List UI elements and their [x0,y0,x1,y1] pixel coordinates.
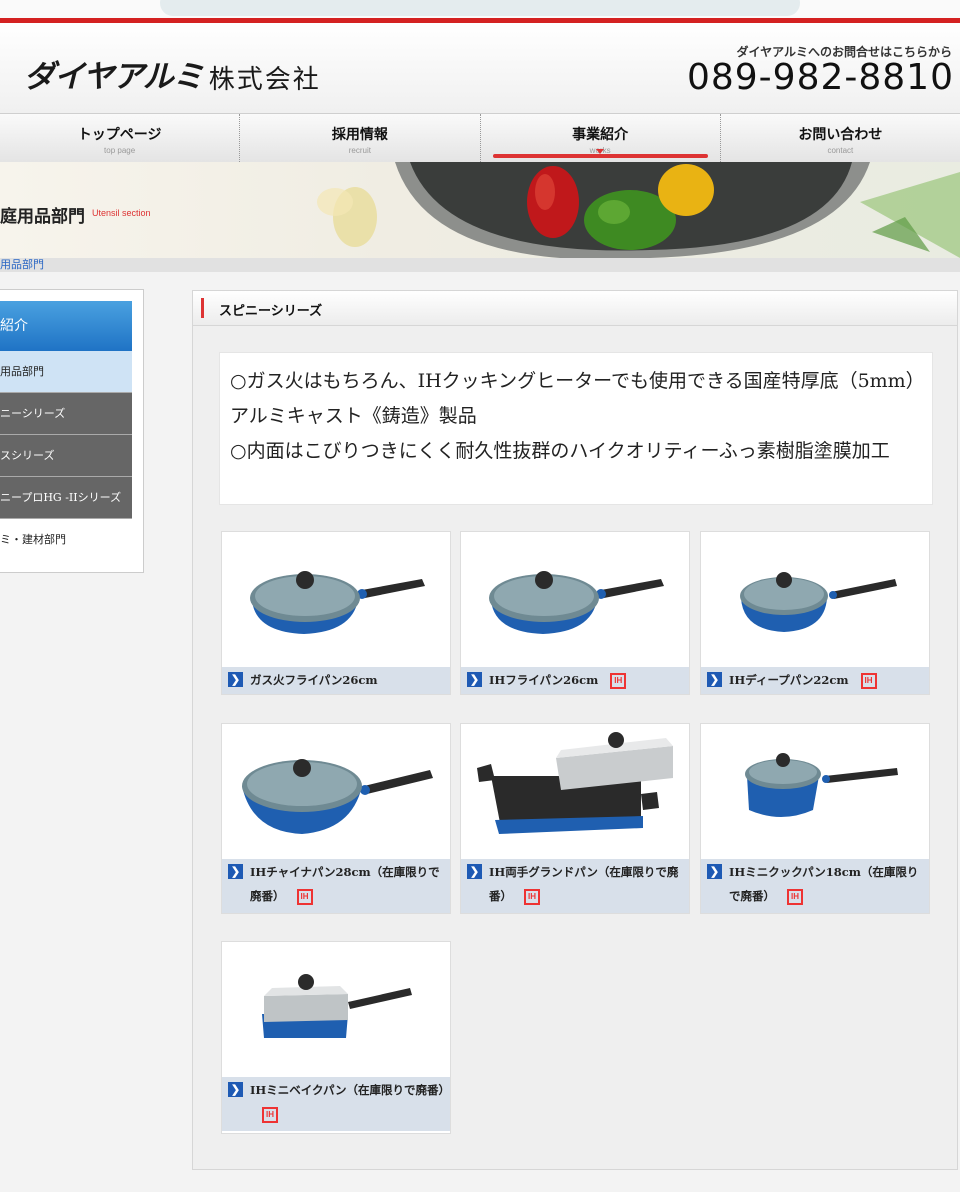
section-title: スピニーシリーズ [219,303,323,318]
nav-sublabel: top page [104,146,136,155]
nav-label: 採用情報 [331,126,388,142]
ih-badge-icon: IH [262,1107,278,1123]
logo-company-text: 株式会社 [208,65,321,95]
sidebar-item-utensil[interactable]: 用品部門 [0,351,132,393]
company-logo[interactable]: ダイヤアルミ 株式会社 [24,51,321,96]
content-header: スピニーシリーズ [193,291,957,326]
nav-label: 事業紹介 [572,126,629,142]
sidebar-item-spinny[interactable]: ニーシリーズ [0,393,132,435]
ih-badge-icon: IH [610,673,627,689]
site-header: ダイヤアルミ 株式会社 ダイヤアルミへのお問合せはこちらから 089-982-8… [0,23,960,113]
product-card[interactable]: ❯ IHチャイナパン28cm（在庫限りで廃番） IH [221,723,451,914]
nav-item-contact[interactable]: お問い合わせ contact [721,114,960,162]
chevron-right-icon: ❯ [707,672,722,687]
active-indicator [492,154,708,158]
address-bar-strip [0,0,960,20]
chevron-right-icon: ❯ [707,864,722,879]
frying-pan-image [250,571,425,634]
nav-sublabel: recruit [348,146,371,155]
product-name: IHミニベイクパン（在庫限りで廃番） [250,1083,451,1097]
global-nav: トップページ top page 採用情報 recruit 事業紹介 works … [0,113,960,163]
breadcrumb-bar [0,258,960,272]
sidebar-item-spinny-pro[interactable]: ニープロHG -IIシリーズ [0,477,132,519]
product-label: ❯ IHフライパン26cm IH [461,667,689,694]
description-line: ○内面はこびりつきにくく耐久性抜群のハイクオリティーふっ素樹脂塗膜加工 [230,440,890,462]
product-label: ❯ IH両手グランドパン（在庫限りで廃番） IH [461,859,689,913]
active-caret-icon [596,149,605,154]
ih-badge-icon: IH [296,889,313,905]
sidebar-heading[interactable]: 紹介 [0,301,132,351]
product-name: IHフライパン26cm [489,673,599,687]
sidebar: 紹介 用品部門 ニーシリーズ スシリーズ ニープロHG -IIシリーズ ミ・建材… [0,289,144,573]
nav-item-top[interactable]: トップページ top page [0,114,241,162]
banner-subtitle: Utensil section [92,208,151,218]
nav-sublabel: contact [827,146,854,155]
title-marker [201,298,204,318]
chevron-right-icon: ❯ [467,672,482,687]
product-name: IHミニクックパン18cm（在庫限りで廃番） [729,865,919,903]
product-label: ❯ IHミニベイクパン（在庫限りで廃番） IH [222,1077,450,1131]
main-content: スピニーシリーズ ○ガス火はもちろん、IHクッキングヒーターでも使用できる国産特… [192,290,958,1170]
nav-item-recruit[interactable]: 採用情報 recruit [240,114,481,162]
product-label: ❯ IHディープパン22cm IH [701,667,929,694]
product-name: IHチャイナパン28cm（在庫限りで廃番） [250,865,440,903]
address-bar[interactable] [160,0,800,16]
product-card[interactable]: ❯ IHミニベイクパン（在庫限りで廃番） IH [221,941,451,1134]
chevron-right-icon: ❯ [228,864,243,879]
ih-badge-icon: IH [860,673,877,689]
product-name: IH両手グランドパン（在庫限りで廃番） [489,865,679,903]
china-pan-image [242,759,433,834]
nav-label: トップページ [77,126,162,142]
product-label: ❯ ガス火フライパン26cm [222,667,450,694]
ih-badge-icon: IH [524,889,540,905]
product-card[interactable]: ❯ ガス火フライパン26cm [221,531,451,695]
mini-bake-pan-image [262,974,412,1038]
description-line: ○ガス火はもちろん、IHクッキングヒーターでも使用できる国産特厚底（5mm）アル… [230,370,916,427]
product-name: IHディープパン22cm [729,673,849,687]
nav-item-works[interactable]: 事業紹介 works [481,114,721,162]
banner-title: 庭用品部門 [0,207,85,226]
chevron-right-icon: ❯ [228,1082,243,1097]
sidebar-item-series[interactable]: スシリーズ [0,435,132,477]
grill-pan-image [477,732,673,834]
saucepan-image [745,753,898,817]
product-label: ❯ IHチャイナパン28cm（在庫限りで廃番） IH [222,859,450,913]
product-card[interactable]: ❯ IHフライパン26cm IH [460,531,690,695]
sidebar-item-building[interactable]: ミ・建材部門 [0,519,132,560]
frying-pan-image [489,571,664,634]
product-card[interactable]: ❯ IHミニクックパン18cm（在庫限りで廃番） IH [700,723,930,914]
product-label: ❯ IHミニクックパン18cm（在庫限りで廃番） IH [701,859,929,913]
phone-number[interactable]: 089-982-8810 [687,57,954,98]
product-name: ガス火フライパン26cm [250,673,378,687]
section-banner: 庭用品部門 Utensil section [0,162,960,258]
description-box: ○ガス火はもちろん、IHクッキングヒーターでも使用できる国産特厚底（5mm）アル… [219,352,933,505]
product-card[interactable]: ❯ IHディープパン22cm IH [700,531,930,695]
breadcrumb[interactable]: 用品部門 [0,256,44,272]
chevron-right-icon: ❯ [467,864,482,879]
nav-label: お問い合わせ [798,126,883,142]
deep-pan-image [740,572,897,632]
product-card[interactable]: ❯ IH両手グランドパン（在庫限りで廃番） IH [460,723,690,914]
chevron-right-icon: ❯ [228,672,243,687]
logo-mark: ダイヤアルミ [24,59,204,95]
ih-badge-icon: IH [787,889,803,905]
